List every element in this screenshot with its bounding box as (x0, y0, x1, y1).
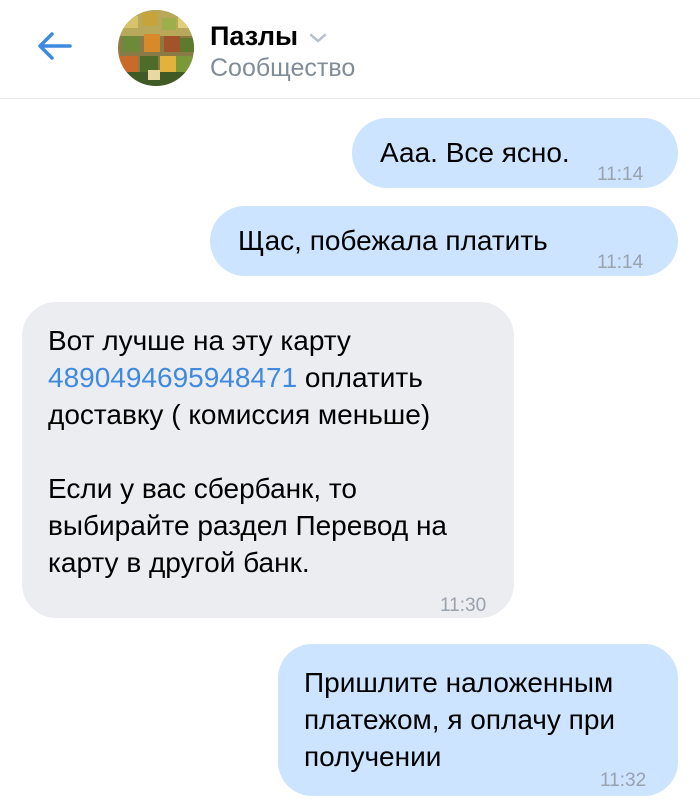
message-text: Щас, побежала платить (238, 225, 548, 256)
message-outgoing[interactable]: Ааа. Все ясно. 11:14 (352, 118, 678, 188)
message-outgoing[interactable]: Пришлите наложенным платежом, я оплачу п… (278, 644, 678, 796)
message-line: получении (304, 741, 442, 772)
community-title: Пазлы (210, 20, 299, 51)
back-button[interactable] (30, 26, 78, 66)
message-incoming[interactable]: Вот лучше на эту карту 4890494695948471 … (22, 302, 514, 618)
community-title-button[interactable]: Пазлы (210, 16, 328, 56)
card-number-link[interactable]: 4890494695948471 (48, 362, 297, 393)
message-time: 11:14 (597, 164, 644, 185)
message-line: выбирайте раздел Перевод на (48, 510, 447, 541)
chevron-down-icon (309, 33, 327, 43)
message-outgoing[interactable]: Щас, побежала платить 11:14 (210, 206, 678, 276)
message-text: Ааа. Все ясно. (380, 137, 570, 168)
message-line-rest: оплатить (297, 362, 423, 393)
message-line: карту в другой банк. (48, 547, 310, 578)
message-line: Пришлите наложенным (304, 667, 614, 698)
community-subtitle: Сообщество (210, 54, 356, 82)
arrow-left-icon (38, 32, 72, 60)
message-line: платежом, я оплачу при (304, 704, 616, 735)
chat-header: Пазлы Сообщество (0, 0, 700, 99)
message-line: Если у вас сбербанк, то (48, 473, 357, 504)
message-line: доставку ( комиссия меньше) (48, 399, 431, 430)
message-line: 4890494695948471 оплатить (48, 359, 447, 396)
message-line: Вот лучше на эту карту (48, 325, 351, 356)
community-avatar[interactable] (118, 10, 194, 86)
message-time: 11:14 (597, 252, 644, 273)
message-time: 11:30 (440, 595, 487, 616)
message-time: 11:32 (600, 770, 647, 791)
